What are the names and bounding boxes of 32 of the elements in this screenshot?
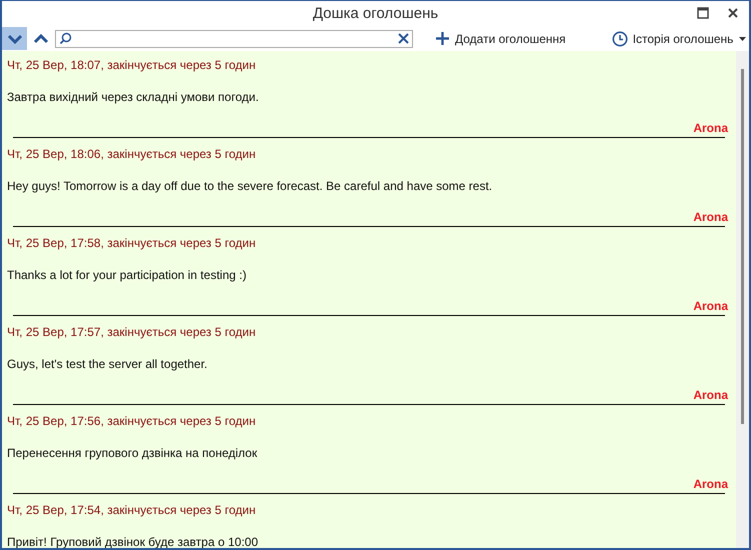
message-author: Arona: [693, 388, 728, 402]
message-author: Arona: [693, 210, 728, 224]
chevron-up-icon: [32, 34, 48, 44]
expand-button[interactable]: [2, 27, 27, 50]
message-date: Чт, 25 Вер, 17:58, закінчується через 5 годин: [7, 235, 257, 251]
history-button[interactable]: Історія оголошень: [612, 30, 734, 46]
window-title: Дошка оголошень: [312, 5, 438, 22]
search-icon: [59, 32, 72, 45]
message-text: Перенесення групового дзвінка на понеділок: [7, 445, 258, 461]
message-date: Чт, 25 Вер, 17:54, закінчується через 5 годин: [7, 502, 257, 518]
scrollbar-thumb[interactable]: [741, 69, 744, 424]
search-field[interactable]: [55, 30, 413, 48]
scrollbar[interactable]: [736, 51, 749, 548]
maximize-icon[interactable]: [697, 7, 709, 19]
message-text: Guys, let's test the server all together.: [7, 356, 208, 372]
message-text: Завтра вихідний через складні умови погоди.: [7, 89, 260, 105]
message-date: Чт, 25 Вер, 17:56, закінчується через 5 годин: [7, 413, 257, 429]
plus-icon: [435, 31, 450, 46]
dropdown-icon[interactable]: [739, 36, 746, 40]
clock-icon: [612, 30, 628, 46]
message-text: Thanks a lot for your participation in testing :): [7, 267, 248, 283]
message-date: Чт, 25 Вер, 18:07, закінчується через 5 годин: [7, 57, 257, 73]
clear-icon[interactable]: [398, 33, 409, 44]
chevron-down-icon: [6, 34, 22, 44]
add-announcement-button[interactable]: Додати оголошення: [435, 31, 566, 46]
close-icon[interactable]: [727, 7, 739, 19]
message-author: Arona: [693, 121, 728, 135]
message-author: Arona: [693, 299, 728, 313]
message-date: Чт, 25 Вер, 18:06, закінчується через 5 годин: [7, 146, 257, 162]
message-text: Hey guys! Tomorrow is a day off due to the severe forecast. Be careful and have some rest.: [7, 178, 494, 194]
message-date: Чт, 25 Вер, 17:57, закінчується через 5 годин: [7, 324, 257, 340]
message-author: Arona: [693, 477, 728, 491]
